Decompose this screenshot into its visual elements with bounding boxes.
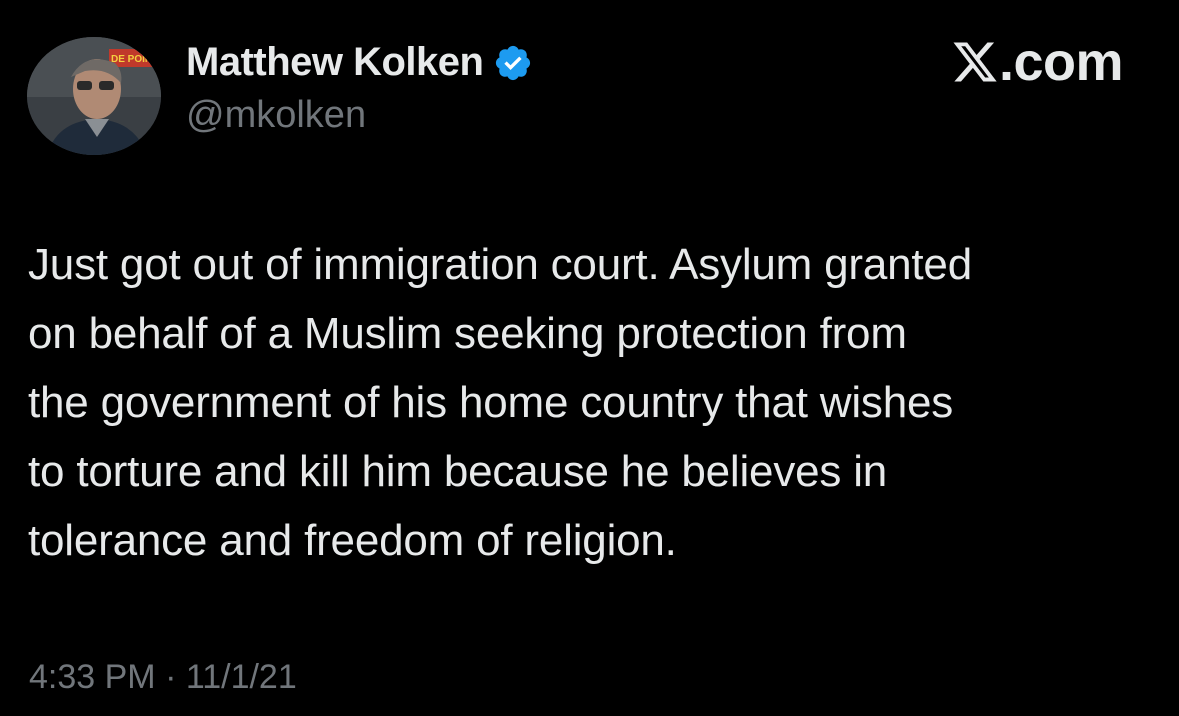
- tweet-text-line: tolerance and freedom of religion.: [28, 516, 677, 565]
- tweet-text-line: Just got out of immigration court. Asylu…: [28, 240, 972, 289]
- tweet-text: Just got out of immigration court. Asylu…: [28, 230, 1158, 575]
- avatar-sign-text: DE POINT: [111, 54, 158, 65]
- x-logo-icon: [951, 38, 999, 86]
- brand-suffix: .com: [998, 32, 1124, 92]
- avatar[interactable]: DE POINT: [27, 37, 161, 155]
- verified-badge-icon: [493, 43, 533, 83]
- author-name-row[interactable]: Matthew Kolken: [186, 40, 533, 85]
- tweet-text-line: to torture and kill him because he belie…: [28, 447, 888, 496]
- author-handle[interactable]: @mkolken: [186, 94, 366, 137]
- tweet-text-line: the government of his home country that …: [28, 378, 954, 427]
- brand-watermark: .com: [951, 30, 1124, 94]
- author-display-name[interactable]: Matthew Kolken: [186, 40, 484, 85]
- tweet-timestamp[interactable]: 4:33 PM · 11/1/21: [29, 658, 297, 697]
- avatar-photo: DE POINT: [27, 37, 161, 155]
- tweet-card: DE POINT Matthew Kolken @mkolken .com Ju…: [0, 0, 1179, 716]
- tweet-text-line: on behalf of a Muslim seeking protection…: [28, 309, 907, 358]
